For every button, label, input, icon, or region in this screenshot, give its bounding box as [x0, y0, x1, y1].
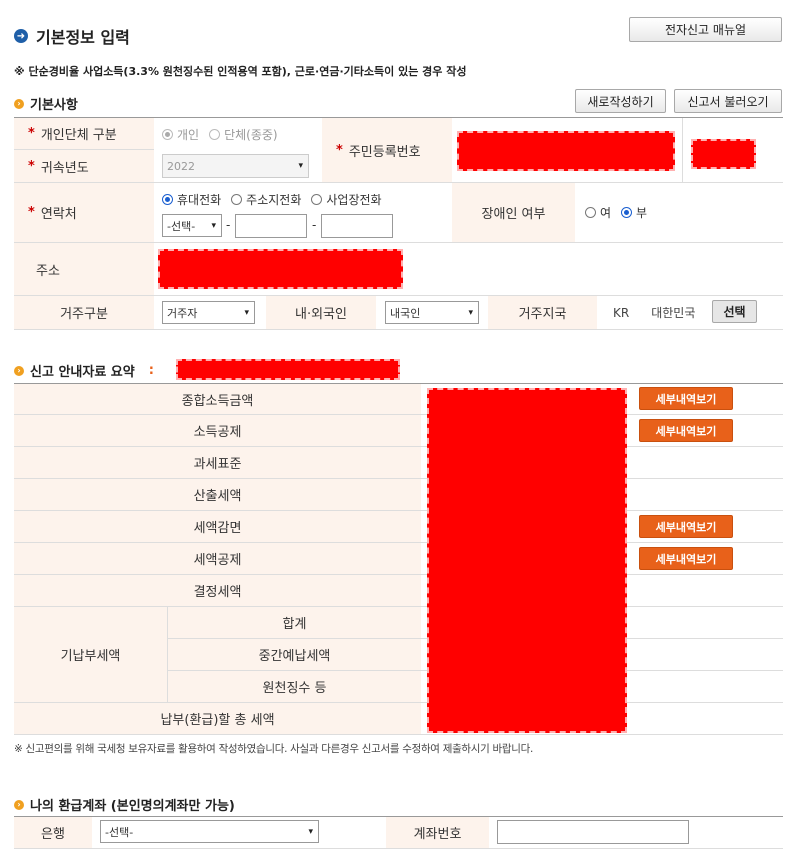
refund-section-title-text: 나의 환급계좌 (본인명의계좌만 가능) — [30, 799, 235, 814]
summary-section-title: › 신고 안내자료 요약 : — [14, 361, 154, 380]
phone-prefix-select[interactable]: -선택- ▾ — [162, 214, 222, 237]
arrow-circle-icon: ➜ — [14, 29, 28, 43]
summary-row-label: 세액감면 — [14, 511, 421, 543]
chevron-down-icon: ▾ — [468, 307, 473, 318]
contact-radio-group: 휴대전화 주소지전화 사업장전화 — [162, 191, 392, 208]
summary-row-label: 결정세액 — [14, 575, 421, 607]
disabled-yes-label: 여 — [600, 206, 612, 220]
year-select-value: 2022 — [167, 159, 195, 173]
basic-section-title-text: 기본사항 — [30, 98, 78, 113]
summary-section-title-text: 신고 안내자료 요약 — [30, 365, 135, 380]
summary-row-label: 종합소득금액 — [14, 384, 421, 415]
disabled-label: 장애인 여부 — [452, 183, 575, 243]
rrn-divider — [682, 118, 683, 183]
business-phone-radio-label: 사업장전화 — [326, 193, 382, 207]
year-label-text: 귀속년도 — [40, 160, 89, 176]
contact-label: * 연락처 — [14, 183, 154, 243]
year-label: * 귀속년도 — [14, 150, 154, 183]
disabled-no-label: 부 — [636, 206, 648, 220]
page-title-text: 기본정보 입력 — [36, 28, 130, 47]
redacted-amounts — [427, 388, 627, 733]
nationality-select[interactable]: 내국인 ▾ — [385, 301, 479, 324]
notice-text: ※ 단순경비율 사업소득(3.3% 원천징수된 인적용역 포함), 근로·연금·… — [14, 65, 467, 78]
residence-select[interactable]: 거주자 ▾ — [162, 301, 255, 324]
home-phone-radio[interactable]: 주소지전화 — [231, 191, 301, 208]
rrn-label: * 주민등록번호 — [322, 118, 452, 183]
bullet-icon: › — [14, 365, 24, 376]
chevron-down-icon: ▾ — [298, 161, 303, 171]
new-write-button[interactable]: 새로작성하기 — [575, 89, 666, 113]
page-title: ➜ 기본정보 입력 — [14, 24, 130, 48]
manual-button[interactable]: 전자신고 매뉴얼 — [629, 17, 782, 42]
nationality-label: 내·외국인 — [266, 296, 376, 330]
type-label-text: 개인단체 구분 — [40, 128, 117, 143]
bank-select-value: -선택- — [105, 825, 134, 839]
redacted-rrn-front — [457, 131, 675, 171]
type-group-label: 단체(종중) — [224, 127, 278, 142]
region-name: 대한민국 — [651, 306, 696, 320]
summary-row-label: 소득공제 — [14, 415, 421, 447]
redacted-rrn-back — [691, 139, 756, 169]
chevron-down-icon: ▾ — [308, 826, 313, 837]
load-return-button[interactable]: 신고서 불러오기 — [674, 89, 782, 113]
required-mark: * — [336, 142, 343, 158]
rrn-label-text: 주민등록번호 — [348, 144, 421, 160]
deduction-detail-button[interactable]: 세부내역보기 — [639, 419, 733, 442]
summary-colon: : — [148, 363, 154, 378]
contact-label-text: 연락처 — [40, 207, 77, 222]
region-select-button[interactable]: 선택 — [712, 300, 757, 323]
disabled-radio-group: 여 부 — [575, 183, 783, 243]
disabled-yes-radio[interactable]: 여 — [585, 204, 611, 221]
nationality-select-value: 내국인 — [390, 306, 421, 320]
prepaid-row-label: 중간예납세액 — [168, 639, 421, 671]
type-group-radio[interactable]: 단체(종중) — [209, 126, 278, 143]
mobile-radio-label: 휴대전화 — [177, 193, 222, 207]
type-individual-radio[interactable]: 개인 — [162, 126, 199, 143]
type-radio-group: 개인 단체(종중) — [154, 118, 322, 150]
address-label: 주소 — [14, 243, 154, 296]
prepaid-row-label: 합계 — [168, 607, 421, 639]
total-tax-label: 납부(환급)할 총 세액 — [14, 703, 421, 735]
chevron-down-icon: ▾ — [244, 307, 249, 318]
type-label: * 개인단체 구분 — [14, 118, 154, 150]
home-phone-radio-label: 주소지전화 — [246, 193, 302, 207]
prepaid-tax-label: 기납부세액 — [14, 607, 167, 703]
type-individual-label: 개인 — [177, 127, 200, 142]
bank-select[interactable]: -선택- ▾ — [100, 820, 319, 843]
required-mark: * — [28, 205, 35, 220]
account-label: 계좌번호 — [386, 817, 489, 849]
reduction-detail-button[interactable]: 세부내역보기 — [639, 515, 733, 538]
region-label: 거주지국 — [488, 296, 597, 330]
required-mark: * — [28, 158, 35, 174]
summary-row-label: 과세표준 — [14, 447, 421, 479]
phone-dash-1: - — [226, 218, 231, 232]
prepaid-row-label: 원천징수 등 — [168, 671, 421, 703]
summary-row-label: 산출세액 — [14, 479, 421, 511]
phone-middle-input[interactable] — [235, 214, 307, 238]
income-detail-button[interactable]: 세부내역보기 — [639, 387, 733, 410]
required-mark: * — [28, 126, 35, 141]
business-phone-radio[interactable]: 사업장전화 — [311, 191, 382, 208]
region-code: KR — [613, 305, 630, 320]
residence-label: 거주구분 — [14, 296, 154, 330]
year-select[interactable]: 2022 ▾ — [162, 154, 309, 178]
disabled-no-radio[interactable]: 부 — [621, 204, 647, 221]
bank-label: 은행 — [14, 817, 92, 849]
phone-last-input[interactable] — [321, 214, 393, 238]
refund-section-title: › 나의 환급계좌 (본인명의계좌만 가능) — [14, 795, 235, 814]
summary-row-label: 세액공제 — [14, 543, 421, 575]
mobile-radio[interactable]: 휴대전화 — [162, 191, 221, 208]
bullet-icon: › — [14, 98, 24, 109]
phone-dash-2: - — [312, 218, 317, 232]
bullet-icon: › — [14, 799, 24, 810]
residence-select-value: 거주자 — [167, 306, 198, 320]
redacted-taxpayer-name — [176, 359, 400, 380]
credit-detail-button[interactable]: 세부내역보기 — [639, 547, 733, 570]
chevron-down-icon: ▾ — [211, 220, 216, 231]
basic-section-title: › 기본사항 — [14, 94, 78, 113]
phone-prefix-value: -선택- — [167, 219, 196, 233]
redacted-address — [158, 249, 403, 289]
summary-footnote: ※ 신고편의를 위해 국세청 보유자료를 활용하여 작성하였습니다. 사실과 다… — [14, 743, 534, 755]
account-number-input[interactable] — [497, 820, 689, 844]
